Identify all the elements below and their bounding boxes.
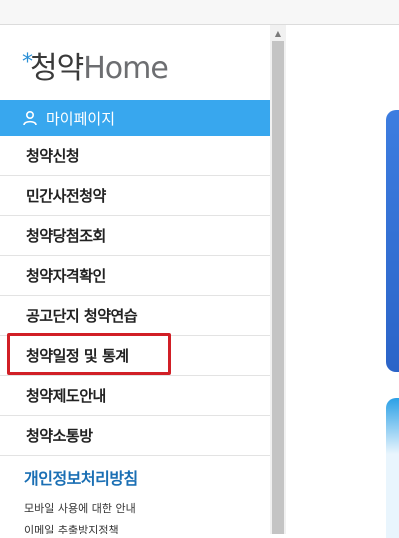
menu-item-system-guide[interactable]: 청약제도안내 [0,376,270,416]
menu-item-subscription-apply[interactable]: 청약신청 [0,136,270,176]
browser-top-bar [0,0,399,25]
email-policy-link[interactable]: 이메일 추출방지정책 [24,522,119,534]
menu-item-eligibility-check[interactable]: 청약자격확인 [0,256,270,296]
sidebar: * 청약Home 마이페이지 청약신청 민간사전청약 청약당첨조회 청약자격확인… [0,25,270,534]
privacy-policy-link[interactable]: 개인정보처리방침 [24,465,138,489]
main-secondary-card[interactable] [386,398,399,538]
menu-item-schedule-statistics[interactable]: 청약일정 및 통계 [0,333,270,376]
scroll-up-arrow-icon[interactable]: ▲ [270,25,286,41]
menu-item-private-pre-subscription[interactable]: 민간사전청약 [0,176,270,216]
sidebar-scrollbar[interactable]: ▲ [270,25,286,534]
mypage-button[interactable]: 마이페이지 [0,100,270,136]
site-logo[interactable]: * 청약Home [22,49,169,89]
menu-item-winning-lookup[interactable]: 청약당첨조회 [0,216,270,256]
menu-item-communication[interactable]: 청약소통방 [0,416,270,456]
main-menu: 청약신청 민간사전청약 청약당첨조회 청약자격확인 공고단지 청약연습 청약일정… [0,136,270,456]
main-banner-card[interactable] [386,110,399,372]
scroll-thumb[interactable] [272,41,284,534]
mypage-label: 마이페이지 [46,109,116,128]
logo-latin-text: Home [83,51,169,86]
logo-korean-text: 청약 [30,51,84,86]
menu-item-practice[interactable]: 공고단지 청약연습 [0,296,270,336]
mobile-usage-link[interactable]: 모바일 사용에 대한 안내 [24,500,136,516]
user-icon [23,110,37,126]
